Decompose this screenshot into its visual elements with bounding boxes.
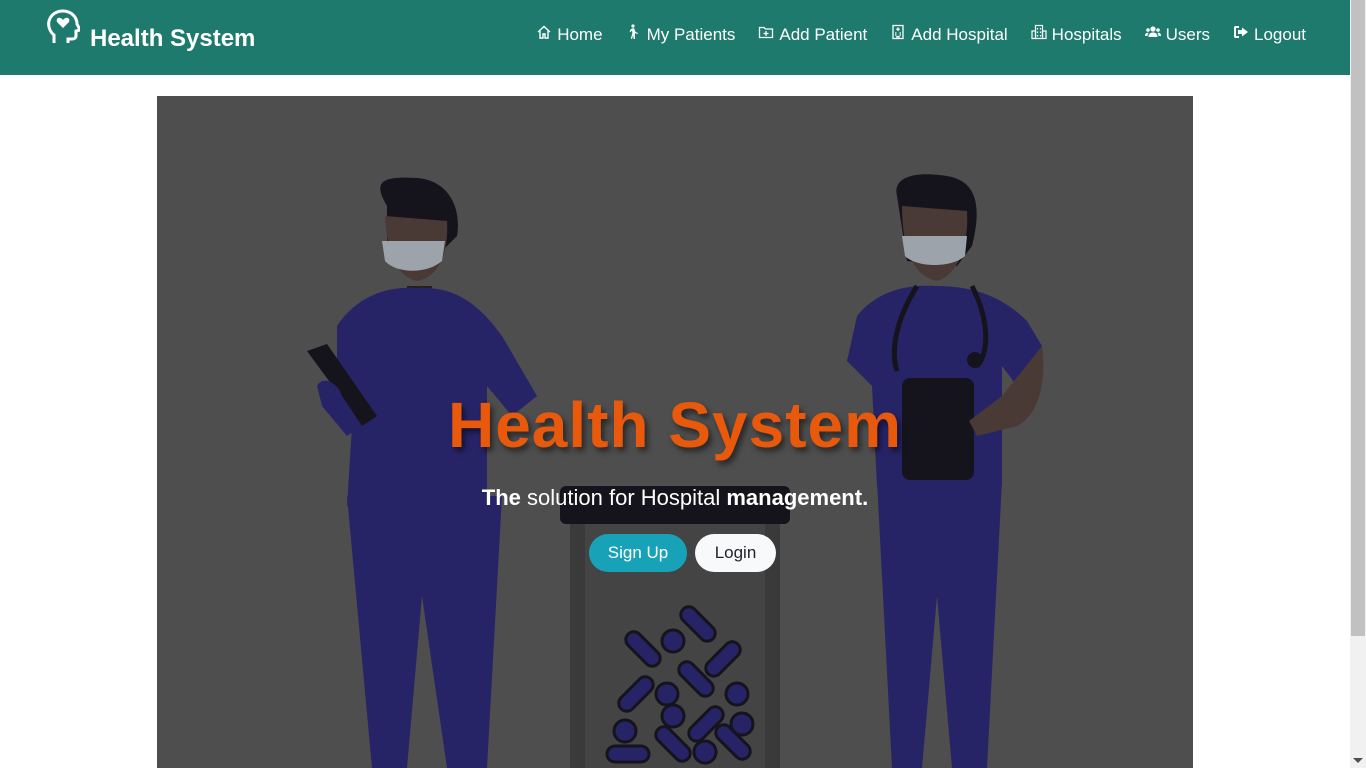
scrollbar-thumb[interactable]: [1351, 0, 1365, 636]
home-icon: [536, 24, 552, 45]
nav-add-patient[interactable]: Add Patient: [758, 24, 867, 45]
nav-my-patients[interactable]: My Patients: [626, 24, 736, 45]
navbar: Health System Home My Patients Add Patie…: [0, 0, 1350, 75]
left-doctor-figure: [307, 177, 537, 768]
hero-buttons: Sign Up Login: [157, 534, 1193, 572]
nav-hospitals-label: Hospitals: [1051, 24, 1122, 44]
nav-hospitals[interactable]: Hospitals: [1031, 24, 1122, 45]
nav-users-label: Users: [1165, 24, 1210, 44]
hero-title: Health System: [447, 389, 903, 461]
brand-title: Health System: [90, 25, 256, 52]
sign-up-button[interactable]: Sign Up: [589, 534, 687, 572]
right-doctor-figure: [847, 174, 1044, 768]
tagline-middle: solution for Hospital: [520, 485, 727, 510]
nav-logout[interactable]: Logout: [1233, 24, 1306, 45]
brand-link[interactable]: Health System: [46, 8, 256, 61]
tagline-bold-management: management: [726, 485, 863, 510]
sign-out-icon: [1233, 24, 1249, 45]
login-button[interactable]: Login: [695, 534, 776, 572]
main-nav: Home My Patients Add Patient Add Hospita…: [536, 24, 1306, 45]
tagline-bold-the: The: [481, 485, 521, 510]
hero-tagline: The solution for Hospital management.: [157, 485, 1193, 511]
tagline-period: .: [862, 485, 869, 510]
hospital-building-icon: [890, 24, 906, 45]
users-icon: [1144, 24, 1161, 45]
nav-home-label: Home: [557, 24, 603, 44]
nav-logout-label: Logout: [1254, 24, 1306, 44]
scroll-down-arrow-icon[interactable]: [1353, 758, 1363, 763]
folder-plus-icon: [758, 24, 774, 45]
nav-add-patient-label: Add Patient: [779, 24, 868, 44]
hero-banner: Health System The solution for Hospital …: [157, 96, 1193, 768]
nav-my-patients-label: My Patients: [646, 24, 736, 44]
vertical-scrollbar[interactable]: [1350, 0, 1366, 768]
nav-home[interactable]: Home: [536, 24, 603, 45]
nav-add-hospital[interactable]: Add Hospital: [890, 24, 1008, 45]
nav-add-hospital-label: Add Hospital: [911, 24, 1008, 44]
walking-person-icon: [626, 24, 642, 45]
city-icon: [1031, 24, 1047, 45]
nav-users[interactable]: Users: [1144, 24, 1210, 45]
head-heart-icon: [46, 8, 90, 52]
